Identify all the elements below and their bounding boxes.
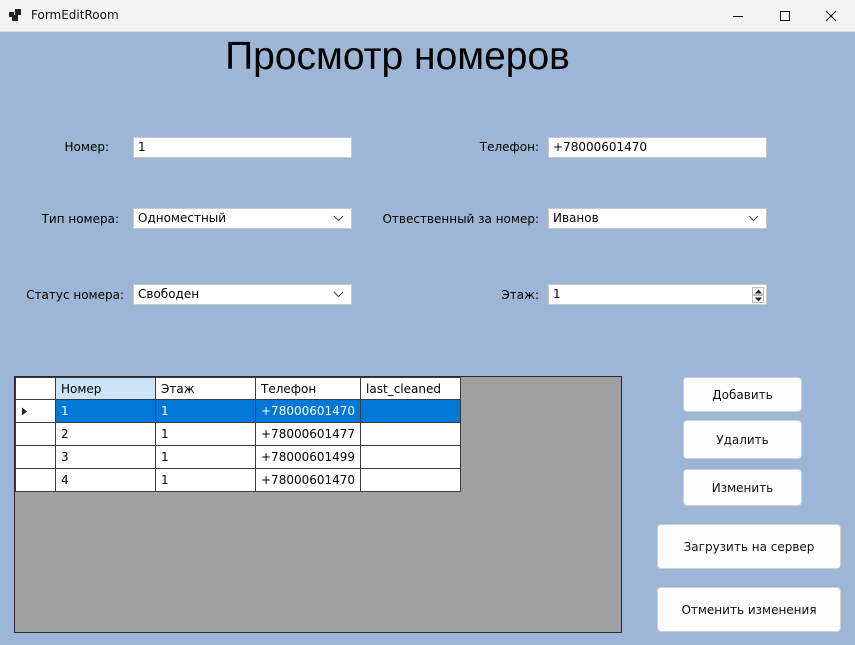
cell-last-cleaned[interactable] — [360, 422, 462, 446]
row-header[interactable] — [15, 468, 56, 492]
cell-last-cleaned[interactable] — [360, 468, 462, 492]
window-title: FormEditRoom — [31, 8, 119, 22]
table-row[interactable]: 3 1 +78000601499 — [15, 445, 462, 469]
floor-stepper[interactable]: 1 — [548, 284, 767, 305]
phone-label: Телефон: — [479, 140, 539, 154]
maximize-button[interactable] — [762, 0, 808, 31]
responsible-select[interactable]: Иванов — [548, 208, 767, 229]
minimize-icon — [733, 15, 743, 17]
floor-label: Этаж: — [501, 288, 539, 302]
edit-button[interactable]: Изменить — [683, 469, 802, 506]
close-button[interactable] — [808, 0, 854, 31]
cell-phone[interactable]: +78000601477 — [254, 422, 362, 446]
room-status-label: Статус номера: — [26, 288, 124, 302]
current-row-arrow-icon — [22, 407, 27, 416]
cell-last-cleaned[interactable] — [360, 445, 462, 469]
chevron-down-icon — [333, 291, 344, 298]
cell-floor[interactable]: 1 — [155, 399, 256, 423]
cell-number[interactable]: 3 — [55, 445, 156, 469]
add-button[interactable]: Добавить — [683, 377, 802, 412]
cell-phone[interactable]: +78000601470 — [254, 399, 362, 423]
minimize-button[interactable] — [715, 0, 761, 31]
floor-increment-button[interactable] — [752, 287, 764, 295]
column-header-last-cleaned[interactable]: last_cleaned — [360, 377, 462, 400]
room-status-select[interactable]: Свободен — [133, 284, 352, 305]
cell-number[interactable]: 1 — [55, 399, 156, 423]
floor-decrement-button[interactable] — [752, 295, 764, 303]
chevron-down-icon — [748, 215, 759, 222]
cell-number[interactable]: 2 — [55, 422, 156, 446]
phone-input[interactable]: +78000601470 — [548, 137, 767, 158]
delete-button[interactable]: Удалить — [683, 420, 802, 459]
column-header-phone[interactable]: Телефон — [254, 377, 362, 400]
cell-floor[interactable]: 1 — [155, 468, 256, 492]
title-bar: FormEditRoom — [0, 0, 855, 32]
chevron-down-icon — [333, 215, 344, 222]
room-number-label: Номер: — [64, 140, 109, 154]
room-type-select[interactable]: Одноместный — [133, 208, 352, 229]
cell-number[interactable]: 4 — [55, 468, 156, 492]
floor-value: 1 — [553, 287, 561, 301]
table-row[interactable]: 1 1 +78000601470 — [15, 399, 462, 423]
responsible-value: Иванов — [553, 211, 599, 225]
room-type-label: Тип номера: — [41, 212, 119, 226]
upload-to-server-button[interactable]: Загрузить на сервер — [657, 524, 841, 569]
table-row[interactable]: 2 1 +78000601477 — [15, 422, 462, 446]
room-number-input[interactable]: 1 — [133, 137, 352, 158]
rooms-table: Номер Этаж Телефон last_cleaned 1 1 +780… — [15, 377, 462, 492]
cell-last-cleaned[interactable] — [360, 399, 462, 423]
row-header[interactable] — [15, 399, 56, 423]
cancel-changes-button[interactable]: Отменить изменения — [657, 587, 841, 632]
column-header-number[interactable]: Номер — [55, 377, 156, 400]
room-status-value: Свободен — [138, 287, 200, 301]
cell-phone[interactable]: +78000601470 — [254, 468, 362, 492]
app-icon — [9, 9, 21, 21]
table-header-row: Номер Этаж Телефон last_cleaned — [15, 377, 462, 400]
arrow-up-icon — [755, 289, 762, 294]
cell-floor[interactable]: 1 — [155, 422, 256, 446]
column-header-floor[interactable]: Этаж — [155, 377, 256, 400]
arrow-down-icon — [755, 297, 762, 302]
close-icon — [825, 10, 837, 21]
room-type-value: Одноместный — [138, 211, 227, 225]
rooms-data-grid[interactable]: Номер Этаж Телефон last_cleaned 1 1 +780… — [14, 376, 622, 633]
page-title: Просмотр номеров — [225, 35, 570, 78]
row-header[interactable] — [15, 422, 56, 446]
row-header-corner[interactable] — [15, 377, 56, 400]
responsible-label: Отвественный за номер: — [382, 212, 539, 226]
cell-floor[interactable]: 1 — [155, 445, 256, 469]
cell-phone[interactable]: +78000601499 — [254, 445, 362, 469]
row-header[interactable] — [15, 445, 56, 469]
maximize-icon — [780, 10, 790, 21]
table-row[interactable]: 4 1 +78000601470 — [15, 468, 462, 492]
